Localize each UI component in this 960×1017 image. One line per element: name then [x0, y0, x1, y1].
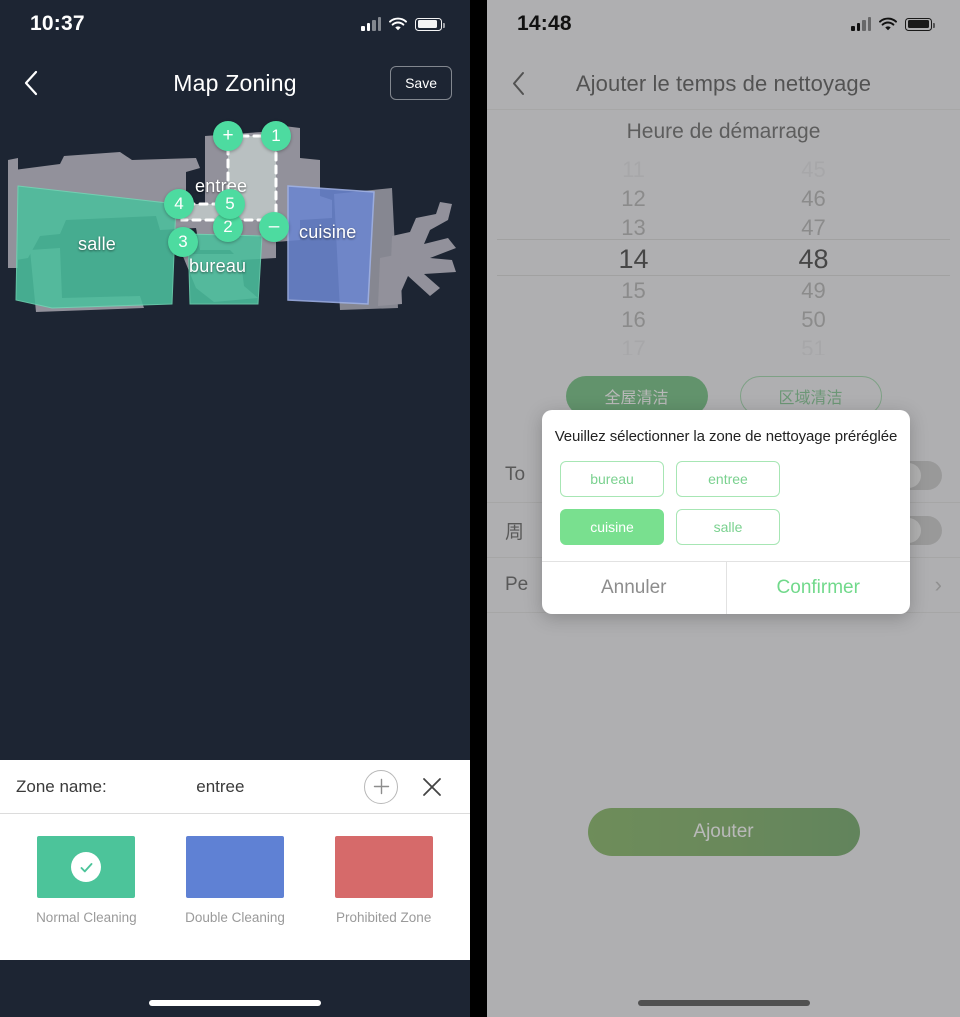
vertex-handle-1[interactable]: 1 [261, 121, 291, 151]
status-bar-clock: 10:37 [30, 12, 85, 35]
wifi-icon [389, 17, 407, 31]
legend-caption: Prohibited Zone [336, 910, 432, 925]
status-bar-icons [851, 17, 935, 31]
zone-chip-cuisine[interactable]: cuisine [560, 509, 664, 545]
status-bar-left: 10:37 [0, 0, 470, 48]
swatch-double-cleaning[interactable] [186, 836, 284, 898]
legend-item-prohibited-zone[interactable]: Prohibited Zone [309, 836, 458, 925]
plus-circle-icon[interactable] [364, 769, 398, 804]
zone-name-input[interactable]: entree [77, 777, 364, 797]
legend-item-normal-cleaning[interactable]: Normal Cleaning [12, 836, 161, 925]
zone-chip-entree[interactable]: entree [676, 461, 780, 497]
swatch-prohibited-zone[interactable] [334, 836, 433, 898]
screenshot-stage: 10:37 Map Zoning Save salle entree burea… [0, 0, 960, 1017]
home-indicator-bar-left [0, 960, 470, 1017]
confirm-button[interactable]: Confirmer [727, 562, 911, 614]
back-button[interactable] [8, 60, 54, 106]
home-indicator[interactable] [149, 1000, 321, 1006]
remove-vertex-handle[interactable]: – [259, 212, 289, 242]
status-bar-icons [361, 17, 445, 31]
vertex-handle-5[interactable]: 5 [215, 189, 245, 219]
zone-chip-list: bureau entree cuisine salle [542, 461, 910, 561]
check-icon [71, 852, 102, 882]
status-bar-right: 14:48 [487, 0, 960, 48]
vertex-handle-4[interactable]: 4 [164, 189, 194, 219]
wifi-icon [879, 17, 897, 31]
battery-icon [905, 17, 935, 31]
vertex-handle-3[interactable]: 3 [168, 227, 198, 257]
map-canvas[interactable]: salle entree bureau cuisine + 1 2 3 4 5 … [0, 108, 470, 760]
battery-icon [415, 17, 445, 31]
legend-caption: Double Cleaning [185, 910, 285, 925]
zone-editor-sheet: Zone name: entree Normal Cleaning Double… [0, 760, 470, 960]
left-phone-screen: 10:37 Map Zoning Save salle entree burea… [0, 0, 470, 1017]
legend-item-double-cleaning[interactable]: Double Cleaning [161, 836, 310, 925]
dialog-actions: Annuler Confirmer [542, 561, 910, 614]
right-phone-screen: 14:48 Ajouter le temps de net [487, 0, 960, 1017]
swatch-normal-cleaning[interactable] [37, 836, 136, 898]
cleaning-type-legend: Normal Cleaning Double Cleaning Prohibit… [0, 814, 470, 925]
status-bar-clock: 14:48 [517, 12, 572, 35]
close-x-icon[interactable] [418, 773, 446, 801]
add-vertex-handle[interactable]: + [213, 121, 243, 151]
legend-caption: Normal Cleaning [36, 910, 137, 925]
save-button[interactable]: Save [390, 66, 452, 100]
zone-name-row: Zone name: entree [0, 760, 470, 814]
nav-bar-left: Map Zoning Save [0, 58, 470, 108]
zone-selection-dialog: Veuillez sélectionner la zone de nettoya… [542, 410, 910, 614]
zone-chip-salle[interactable]: salle [676, 509, 780, 545]
screen-divider [470, 0, 487, 1017]
zone-chip-bureau[interactable]: bureau [560, 461, 664, 497]
signal-bars-icon [851, 17, 871, 31]
dialog-title: Veuillez sélectionner la zone de nettoya… [554, 428, 898, 445]
signal-bars-icon [361, 17, 381, 31]
cancel-button[interactable]: Annuler [542, 562, 727, 614]
